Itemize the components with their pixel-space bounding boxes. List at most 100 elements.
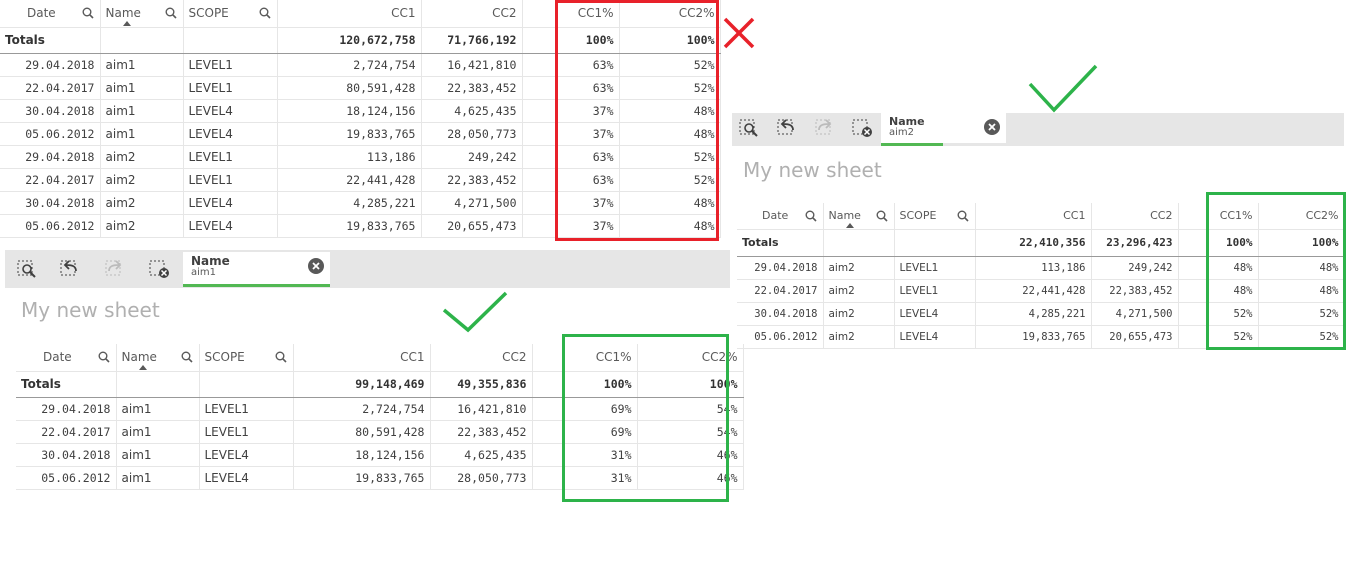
header-cc1[interactable]: CC1 xyxy=(277,0,422,28)
selection-chip-name[interactable]: Name aim2 xyxy=(881,113,1006,143)
selection-chip-name[interactable]: Name aim1 xyxy=(183,252,330,287)
cell-date[interactable]: 05.06.2012 xyxy=(0,122,101,146)
cell-cc1[interactable]: 19,833,765 xyxy=(277,214,422,238)
cell-cc1[interactable]: 2,724,754 xyxy=(277,53,422,77)
cell-date[interactable]: 05.06.2012 xyxy=(0,214,101,238)
smart-search-icon[interactable] xyxy=(739,118,761,138)
cell-scope[interactable]: LEVEL1 xyxy=(183,168,278,192)
cell-cc1[interactable]: 22,441,428 xyxy=(975,279,1092,303)
cell-name[interactable]: aim2 xyxy=(100,191,184,215)
cell-cc1[interactable]: 19,833,765 xyxy=(975,325,1092,349)
cell-cc2[interactable]: 22,383,452 xyxy=(1091,279,1179,303)
step-back-icon[interactable] xyxy=(60,259,82,279)
cell-date[interactable]: 29.04.2018 xyxy=(737,256,824,280)
cell-name[interactable]: aim1 xyxy=(100,53,184,77)
cell-name[interactable]: aim1 xyxy=(116,397,200,421)
clear-all-selections-icon[interactable] xyxy=(852,118,874,138)
cell-scope[interactable]: LEVEL1 xyxy=(199,397,294,421)
cell-cc2[interactable]: 4,271,500 xyxy=(421,191,523,215)
smart-search-icon[interactable] xyxy=(17,259,39,279)
cell-cc1[interactable]: 4,285,221 xyxy=(975,302,1092,326)
cell-cc2[interactable]: 20,655,473 xyxy=(421,214,523,238)
cell-scope[interactable]: LEVEL1 xyxy=(199,420,294,444)
header-name[interactable]: Name xyxy=(116,344,200,372)
cell-name[interactable]: aim2 xyxy=(100,214,184,238)
cell-date[interactable]: 29.04.2018 xyxy=(16,397,117,421)
cell-scope[interactable]: LEVEL4 xyxy=(183,122,278,146)
cell-date[interactable]: 30.04.2018 xyxy=(0,99,101,123)
cell-cc2[interactable]: 22,383,452 xyxy=(421,168,523,192)
cell-date[interactable]: 30.04.2018 xyxy=(0,191,101,215)
cell-scope[interactable]: LEVEL1 xyxy=(183,145,278,169)
cell-name[interactable]: aim1 xyxy=(100,76,184,100)
cell-cc1[interactable]: 80,591,428 xyxy=(293,420,431,444)
header-name[interactable]: Name xyxy=(100,0,184,28)
cell-scope[interactable]: LEVEL4 xyxy=(199,443,294,467)
cell-name[interactable]: aim1 xyxy=(116,420,200,444)
cell-cc2[interactable]: 16,421,810 xyxy=(421,53,523,77)
header-date[interactable]: Date xyxy=(16,344,117,372)
cell-date[interactable]: 29.04.2018 xyxy=(0,145,101,169)
header-scope[interactable]: SCOPE xyxy=(894,203,976,230)
cell-name[interactable]: aim2 xyxy=(100,145,184,169)
cell-scope[interactable]: LEVEL4 xyxy=(894,302,976,326)
cell-cc2[interactable]: 22,383,452 xyxy=(421,76,523,100)
cell-name[interactable]: aim1 xyxy=(116,466,200,490)
cell-cc1[interactable]: 18,124,156 xyxy=(277,99,422,123)
cell-cc2[interactable]: 16,421,810 xyxy=(430,397,533,421)
search-icon[interactable] xyxy=(165,7,177,19)
cell-cc1[interactable]: 18,124,156 xyxy=(293,443,431,467)
header-scope[interactable]: SCOPE xyxy=(183,0,278,28)
cell-cc1[interactable]: 19,833,765 xyxy=(293,466,431,490)
step-forward-icon[interactable] xyxy=(105,259,127,279)
header-date[interactable]: Date xyxy=(737,203,824,230)
search-icon[interactable] xyxy=(181,351,193,363)
cell-date[interactable]: 30.04.2018 xyxy=(737,302,824,326)
cell-name[interactable]: aim2 xyxy=(100,168,184,192)
cell-cc2[interactable]: 22,383,452 xyxy=(430,420,533,444)
header-cc2[interactable]: CC2 xyxy=(1091,203,1179,230)
cell-cc1[interactable]: 113,186 xyxy=(277,145,422,169)
header-cc2[interactable]: CC2 xyxy=(421,0,523,28)
cell-scope[interactable]: LEVEL1 xyxy=(183,53,278,77)
cell-cc2[interactable]: 249,242 xyxy=(421,145,523,169)
clear-selection-icon[interactable] xyxy=(984,119,1000,135)
cell-cc1[interactable]: 19,833,765 xyxy=(277,122,422,146)
cell-scope[interactable]: LEVEL1 xyxy=(183,76,278,100)
cell-cc1[interactable]: 80,591,428 xyxy=(277,76,422,100)
header-cc1[interactable]: CC1 xyxy=(293,344,431,372)
cell-name[interactable]: aim2 xyxy=(823,325,895,349)
search-icon[interactable] xyxy=(82,7,94,19)
cell-date[interactable]: 22.04.2017 xyxy=(16,420,117,444)
cell-name[interactable]: aim2 xyxy=(823,302,895,326)
search-icon[interactable] xyxy=(259,7,271,19)
cell-name[interactable]: aim2 xyxy=(823,279,895,303)
cell-scope[interactable]: LEVEL4 xyxy=(183,191,278,215)
cell-cc1[interactable]: 113,186 xyxy=(975,256,1092,280)
header-cc1[interactable]: CC1 xyxy=(975,203,1092,230)
cell-cc1[interactable]: 4,285,221 xyxy=(277,191,422,215)
cell-name[interactable]: aim1 xyxy=(100,122,184,146)
cell-date[interactable]: 22.04.2017 xyxy=(0,168,101,192)
clear-selection-icon[interactable] xyxy=(308,258,324,274)
search-icon[interactable] xyxy=(805,210,817,222)
cell-cc1[interactable]: 2,724,754 xyxy=(293,397,431,421)
step-forward-icon[interactable] xyxy=(815,118,837,138)
cell-date[interactable]: 05.06.2012 xyxy=(16,466,117,490)
clear-all-selections-icon[interactable] xyxy=(149,259,171,279)
cell-date[interactable]: 22.04.2017 xyxy=(0,76,101,100)
cell-scope[interactable]: LEVEL4 xyxy=(183,99,278,123)
cell-date[interactable]: 29.04.2018 xyxy=(0,53,101,77)
cell-cc1[interactable]: 22,441,428 xyxy=(277,168,422,192)
cell-scope[interactable]: LEVEL1 xyxy=(894,279,976,303)
cell-name[interactable]: aim1 xyxy=(100,99,184,123)
cell-cc2[interactable]: 28,050,773 xyxy=(430,466,533,490)
cell-scope[interactable]: LEVEL1 xyxy=(894,256,976,280)
header-scope[interactable]: SCOPE xyxy=(199,344,294,372)
cell-scope[interactable]: LEVEL4 xyxy=(199,466,294,490)
search-icon[interactable] xyxy=(98,351,110,363)
cell-date[interactable]: 30.04.2018 xyxy=(16,443,117,467)
search-icon[interactable] xyxy=(957,210,969,222)
cell-cc2[interactable]: 249,242 xyxy=(1091,256,1179,280)
cell-cc2[interactable]: 28,050,773 xyxy=(421,122,523,146)
